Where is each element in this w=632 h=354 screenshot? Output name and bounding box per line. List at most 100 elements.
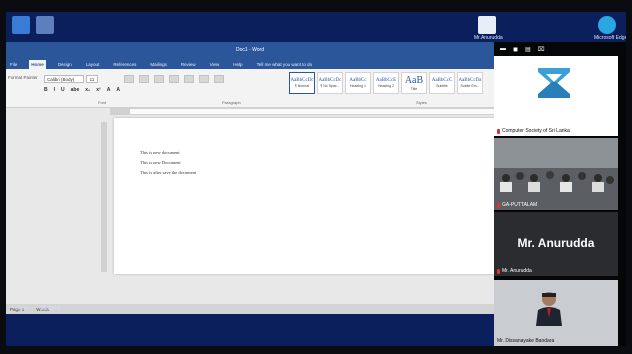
document-line: This is new Document [140, 160, 181, 165]
desktop-icon-edge[interactable]: Microsoft Edge [594, 16, 626, 41]
desktop-icon-document[interactable]: Mr.Anurudda [474, 16, 503, 41]
desktop-icon-folder[interactable] [32, 16, 58, 34]
style-heading-1[interactable]: AaBbCc Heading 1 [345, 72, 371, 94]
style-heading-2[interactable]: AaBbCcE Heading 2 [373, 72, 399, 94]
sort-button[interactable] [199, 75, 209, 83]
document-line: This is new document [140, 150, 180, 155]
style-normal[interactable]: AaBbCcDc ¶ Normal [289, 72, 315, 94]
participant-name: Mr. Dissanayake Bandara [497, 338, 554, 344]
style-name: Subtitle [436, 84, 448, 88]
underline-button[interactable]: U [61, 87, 65, 93]
screen: Mr.Anurudda Microsoft Edge Doc1 - Word F… [6, 12, 626, 346]
muted-mic-icon [497, 128, 500, 134]
participant-display-name: Mr. Anurudda [517, 236, 595, 250]
desktop-icon-label: Microsoft Edge [594, 35, 626, 41]
format-painter-button[interactable]: Format Painter [8, 75, 38, 80]
style-name: Subtle Em... [460, 84, 480, 88]
style-sample: AaBbCcDc [318, 78, 342, 83]
participant-name-text: Computer Society of Sri Lanka [502, 128, 570, 134]
minimize-icon[interactable]: ▬ [500, 46, 506, 52]
style-title[interactable]: AaB Title [401, 72, 427, 94]
participant-tile[interactable]: Computer Society of Sri Lanka [494, 56, 618, 136]
style-name: Heading 1 [350, 84, 366, 88]
participant-name: GA-PUTTALAM [497, 202, 537, 208]
window-title: Doc1 - Word [236, 47, 264, 53]
app-icon [12, 16, 30, 34]
tab-references[interactable]: References [111, 60, 138, 69]
document-icon [478, 16, 496, 34]
style-name: ¶ Normal [294, 84, 310, 88]
increase-indent-button[interactable] [184, 75, 194, 83]
participant-name-text: Mr. Dissanayake Bandara [497, 338, 555, 344]
desktop-icon-app[interactable] [8, 16, 34, 34]
tab-mailings[interactable]: Mailings [148, 60, 169, 69]
style-subtitle[interactable]: AaBbCcC Subtitle [429, 72, 455, 94]
participant-name-text: Mr. Anurudda [502, 268, 532, 274]
style-sample: AaBbCcC [431, 78, 453, 83]
decrease-indent-button[interactable] [169, 75, 179, 83]
muted-mic-icon [497, 268, 500, 274]
participant-name: Mr. Anurudda [497, 268, 532, 274]
font-color-button[interactable]: A [116, 87, 120, 93]
participant-tile[interactable]: Mr. Anurudda Mr. Anurudda [494, 212, 618, 276]
style-sample: AaBbCcE [375, 78, 397, 83]
styles-gallery: AaBbCcDc ¶ Normal AaBbCcDc ¶ No Spac... … [289, 72, 483, 94]
meeting-panel: ▬ ◼ ▤ ⌧ Computer Society of Sri Lanka GA… [494, 42, 626, 346]
bold-button[interactable]: B [44, 87, 48, 93]
taskbar-labels: Zoom Microsoft [16, 306, 60, 312]
style-sample: AaB [404, 75, 424, 86]
tell-me-box[interactable]: Tell me what you want to do [255, 60, 315, 69]
muted-mic-icon [497, 202, 500, 208]
style-sample: AaBbCcDa [458, 78, 482, 83]
style-no-spacing[interactable]: AaBbCcDc ¶ No Spac... [317, 72, 343, 94]
font-size-dropdown[interactable]: 11 [86, 75, 98, 83]
strikethrough-button[interactable]: abe [71, 87, 80, 93]
ribbon-tabs: File Home Design Layout References Maili… [6, 58, 494, 69]
taskbar-label[interactable]: Zoom [16, 306, 29, 312]
classroom-video [494, 138, 618, 210]
meeting-controls: ▬ ◼ ▤ ⌧ [494, 42, 626, 56]
subscript-button[interactable]: x₂ [85, 87, 90, 93]
style-subtle-emphasis[interactable]: AaBbCcDa Subtle Em... [457, 72, 483, 94]
tab-help[interactable]: Help [231, 60, 244, 69]
tab-layout[interactable]: Layout [84, 60, 102, 69]
tab-design[interactable]: Design [56, 60, 74, 69]
stop-icon[interactable]: ◼ [513, 46, 518, 53]
bullets-button[interactable] [124, 75, 134, 83]
taskbar-label[interactable]: Microsoft [40, 306, 60, 312]
style-name: ¶ No Spac... [320, 84, 340, 88]
superscript-button[interactable]: x² [96, 87, 100, 93]
ribbon-home: Format Painter Calibri (Body) 11 B I U a… [6, 69, 494, 108]
multilevel-button[interactable] [154, 75, 164, 83]
exit-fullscreen-icon[interactable]: ⌧ [538, 46, 545, 53]
style-sample: AaBbCcDc [290, 78, 314, 83]
edge-icon [598, 16, 616, 34]
paragraph-buttons [124, 75, 224, 83]
folder-icon [36, 16, 54, 34]
participant-name: Computer Society of Sri Lanka [497, 128, 570, 134]
tab-home[interactable]: Home [29, 60, 46, 69]
vertical-ruler [101, 122, 107, 272]
tab-review[interactable]: Review [179, 60, 198, 69]
document-page[interactable]: This is new document This is new Documen… [114, 118, 494, 274]
show-marks-button[interactable] [214, 75, 224, 83]
gallery-view-icon[interactable]: ▤ [525, 46, 531, 53]
word-titlebar: Doc1 - Word [6, 42, 494, 58]
horizontal-ruler [110, 108, 494, 115]
speaker-video [536, 292, 562, 326]
italic-button[interactable]: I [54, 87, 55, 93]
format-buttons: B I U abe x₂ x² A A [44, 87, 120, 93]
numbering-button[interactable] [139, 75, 149, 83]
document-line: This is after save the document [140, 170, 197, 175]
group-label-font: Font [98, 100, 107, 105]
text-effects-button[interactable]: A [107, 87, 111, 93]
tab-view[interactable]: View [208, 60, 222, 69]
style-name: Heading 2 [378, 84, 394, 88]
style-sample: AaBbCc [349, 78, 367, 83]
participant-tile[interactable]: Mr. Dissanayake Bandara [494, 280, 618, 346]
font-name-dropdown[interactable]: Calibri (Body) [44, 75, 84, 83]
word-window: Doc1 - Word File Home Design Layout Refe… [6, 42, 494, 314]
participant-name-text: GA-PUTTALAM [502, 202, 538, 208]
participant-tile[interactable]: GA-PUTTALAM [494, 138, 618, 210]
tab-file[interactable]: File [8, 60, 19, 69]
